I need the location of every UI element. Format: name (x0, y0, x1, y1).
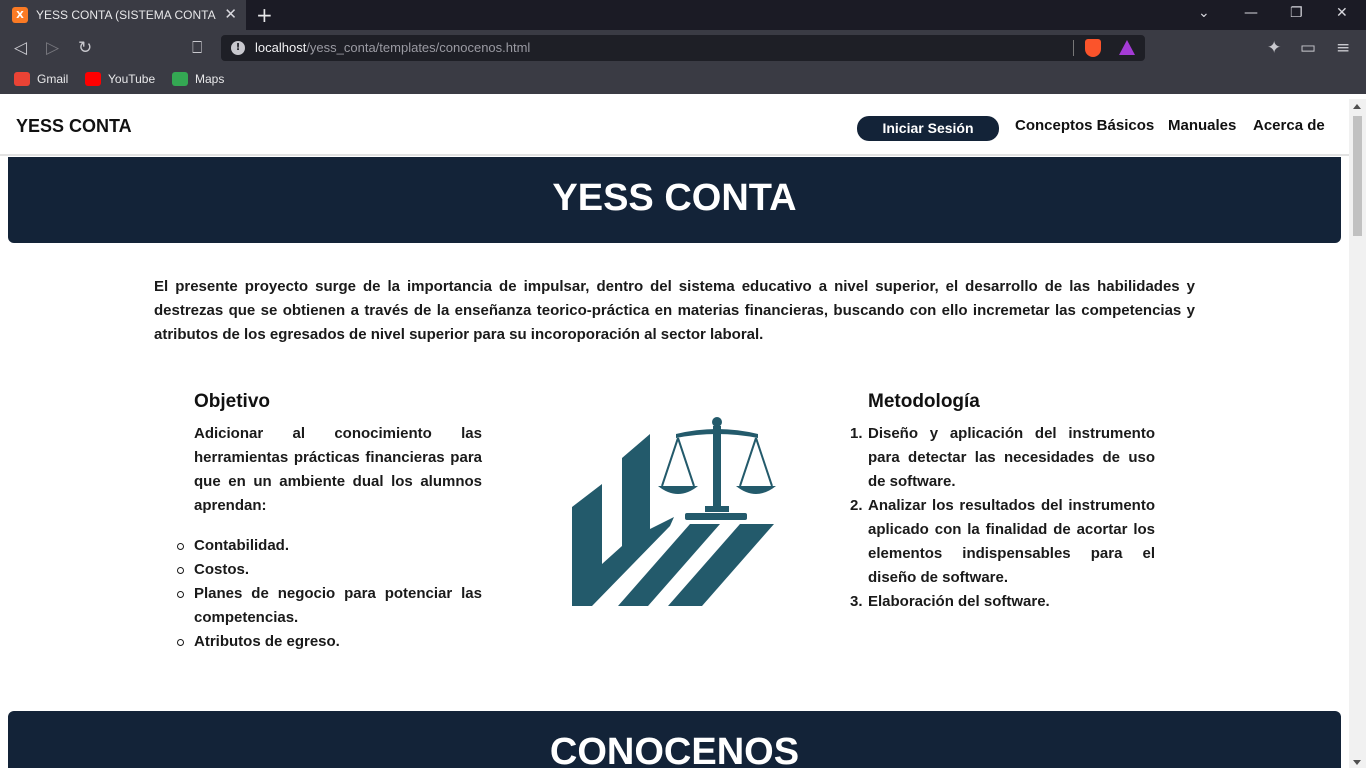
list-item: Costos. (177, 558, 482, 582)
list-number: 2. (850, 497, 863, 514)
tab-search-chevron-icon[interactable]: ⌄ (1198, 5, 1210, 21)
list-item: Planes de negocio para potenciar las com… (177, 582, 482, 630)
metodologia-section: Metodología 1. Diseño y aplicación del in… (850, 391, 1155, 614)
new-tab-icon[interactable]: + (256, 3, 273, 27)
bookmark-label: Gmail (37, 72, 69, 86)
menu-icon[interactable]: ≡ (1336, 38, 1350, 58)
intro-paragraph: El presente proyecto surge de la importa… (154, 278, 1195, 343)
list-item: 1. Diseño y aplicación del instrumento pa… (850, 422, 1155, 494)
conocenos-title: CONOCENOS (549, 731, 800, 768)
bookmark-gmail[interactable]: Gmail (14, 72, 68, 86)
list-number: 1. (850, 425, 863, 442)
nav-link-conceptos[interactable]: Conceptos Básicos (1015, 117, 1154, 134)
scroll-up-icon[interactable] (1353, 104, 1361, 109)
list-item-text: Atributos de egreso. (194, 633, 340, 650)
scroll-down-icon[interactable] (1353, 760, 1361, 765)
site-brand[interactable]: YESS CONTA (16, 116, 132, 137)
list-item: 3. Elaboración del software. (850, 590, 1155, 614)
site-navbar: YESS CONTA Iniciar Sesión Conceptos Bási… (0, 99, 1349, 156)
objetivo-text: Adicionar al conocimiento las herramient… (194, 425, 482, 514)
objetivo-list: Contabilidad. Costos. Planes de negocio … (177, 534, 482, 654)
metodologia-heading: Metodología (868, 391, 980, 412)
maps-icon (172, 72, 188, 86)
nav-link-manuales[interactable]: Manuales (1168, 117, 1236, 134)
wallet-icon[interactable]: ▭ (1300, 38, 1316, 58)
list-item-text: Diseño y aplicación del instrumento para… (868, 425, 1155, 490)
back-icon[interactable]: ◁ (14, 38, 27, 58)
bookmarks-bar: Gmail YouTube Maps (0, 66, 1366, 94)
close-window-icon[interactable]: ✕ (1336, 5, 1348, 21)
bullet-icon (177, 567, 184, 574)
page-viewport: YESS CONTA Iniciar Sesión Conceptos Bási… (0, 99, 1366, 768)
close-tab-icon[interactable]: ✕ (224, 5, 237, 23)
bookmark-youtube[interactable]: YouTube (85, 72, 155, 86)
objetivo-section: Objetivo Adicionar al conocimiento las h… (177, 391, 482, 654)
hero-title: YESS CONTA (552, 177, 797, 219)
browser-toolbar: ◁ ▷ ↻ ⎕ ! localhost/yess_conta/templates… (0, 30, 1366, 66)
list-item-text: Elaboración del software. (868, 593, 1050, 610)
tab-title: YESS CONTA (SISTEMA CONTABLE (36, 8, 216, 22)
conocenos-banner: CONOCENOS (8, 711, 1341, 768)
login-button[interactable]: Iniciar Sesión (857, 116, 999, 141)
bookmark-label: Maps (195, 72, 225, 86)
reload-icon[interactable]: ↻ (78, 38, 92, 58)
bullet-icon (177, 591, 184, 598)
extensions-icon[interactable]: ✦ (1267, 38, 1281, 58)
site-info-icon[interactable]: ! (231, 41, 245, 55)
xampp-favicon-icon: X (12, 7, 28, 23)
list-item-text: Analizar los resultados del instrumento … (868, 497, 1155, 586)
youtube-icon (85, 72, 101, 86)
list-item: 2. Analizar los resultados del instrument… (850, 494, 1155, 590)
browser-tab[interactable]: X YESS CONTA (SISTEMA CONTABLE ✕ (0, 0, 246, 30)
objetivo-heading: Objetivo (194, 391, 271, 412)
url-path: /yess_conta/templates/conocenos.html (306, 40, 531, 55)
bookmark-maps[interactable]: Maps (172, 72, 224, 86)
url-divider (1073, 40, 1074, 56)
minimize-icon[interactable]: — (1244, 5, 1258, 21)
metodologia-list: 1. Diseño y aplicación del instrumento pa… (850, 422, 1155, 614)
list-item: Contabilidad. (177, 534, 482, 558)
url-text[interactable]: localhost/yess_conta/templates/conocenos… (255, 40, 530, 55)
list-item-text: Planes de negocio para potenciar las com… (194, 585, 482, 626)
bullet-icon (177, 543, 184, 550)
forward-icon[interactable]: ▷ (46, 38, 59, 58)
hero-banner: YESS CONTA (8, 157, 1341, 243)
list-item-text: Contabilidad. (194, 537, 289, 554)
scales-logo-icon (572, 417, 776, 606)
bullet-icon (177, 639, 184, 646)
url-host: localhost (255, 40, 307, 55)
bookmark-icon[interactable]: ⎕ (192, 38, 202, 58)
brave-rewards-icon[interactable] (1119, 40, 1135, 55)
page-scrollbar[interactable] (1349, 99, 1366, 768)
scroll-thumb[interactable] (1353, 116, 1362, 236)
list-item: Atributos de egreso. (177, 630, 482, 654)
nav-link-acerca[interactable]: Acerca de (1253, 117, 1325, 134)
list-number: 3. (850, 593, 863, 610)
browser-tabbar: X YESS CONTA (SISTEMA CONTABLE ✕ + ⌄ — ❐… (0, 0, 1366, 30)
bookmark-label: YouTube (108, 72, 156, 86)
list-item-text: Costos. (194, 561, 250, 578)
restore-icon[interactable]: ❐ (1290, 5, 1303, 21)
address-bar[interactable]: ! localhost/yess_conta/templates/conocen… (221, 35, 1145, 61)
gmail-icon (14, 72, 30, 86)
brave-shields-icon[interactable] (1085, 39, 1101, 57)
